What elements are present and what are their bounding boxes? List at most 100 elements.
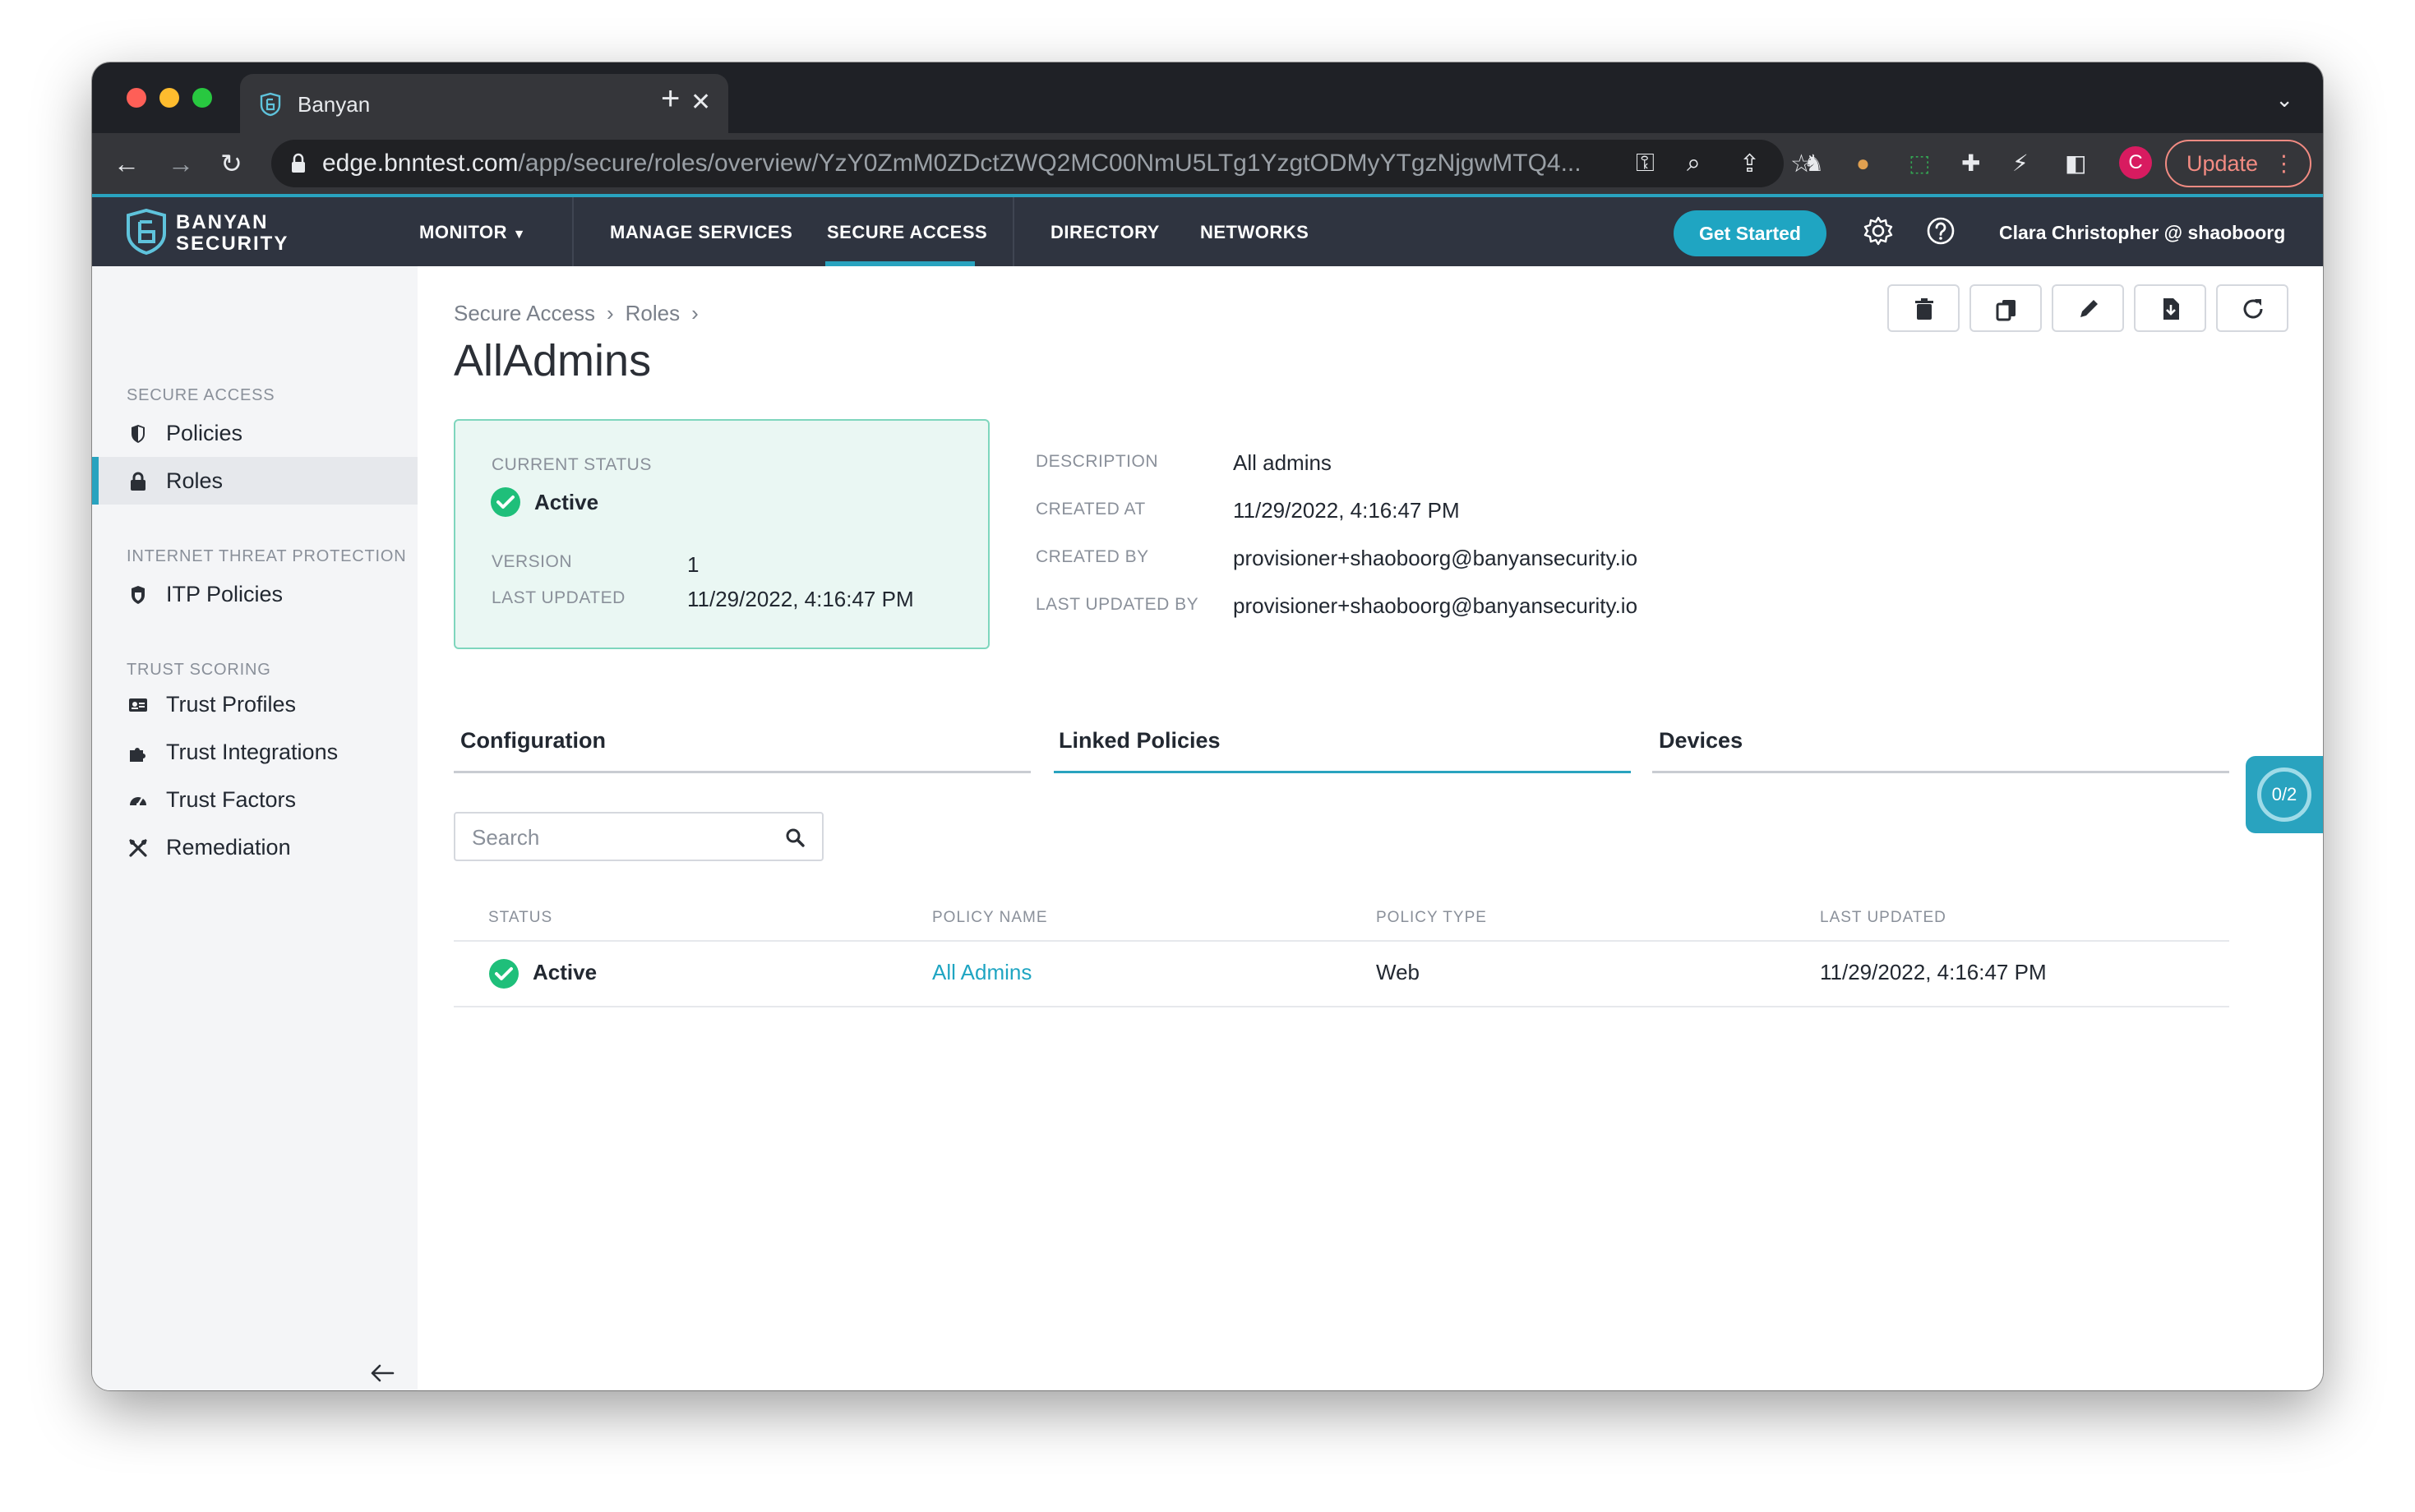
version-label: VERSION	[492, 552, 573, 571]
current-status-label: CURRENT STATUS	[492, 455, 652, 474]
tab-underline-active	[1054, 771, 1631, 773]
duplicate-button[interactable]	[1969, 284, 2042, 332]
page-title: AllAdmins	[454, 336, 652, 385]
user-account-label[interactable]: Clara Christopher @ shaoboorg	[1999, 222, 2285, 244]
created-by-value: provisioner+shaoboorg@banyansecurity.io	[1233, 546, 1638, 570]
side-panel-icon[interactable]: ◧	[2065, 148, 2086, 179]
close-tab-icon[interactable]: ✕	[690, 90, 711, 115]
minimize-window-button[interactable]	[159, 88, 179, 108]
refresh-button[interactable]	[2216, 284, 2288, 332]
last-updated-by-value: provisioner+shaoboorg@banyansecurity.io	[1233, 593, 1638, 618]
shield-check-icon	[132, 586, 145, 604]
row-status: Active	[533, 960, 598, 984]
delete-button[interactable]	[1887, 284, 1960, 332]
check-circle-icon	[491, 487, 520, 517]
breadcrumb-secure-access[interactable]: Secure Access	[454, 301, 595, 325]
search-icon[interactable]	[784, 827, 806, 848]
browser-toolbar: ← → ↻ edge.bnntest.com/app/secure/roles/…	[92, 133, 2323, 194]
more-menu-icon[interactable]: ⋮	[2273, 141, 2295, 186]
maximize-window-button[interactable]	[192, 88, 212, 108]
tools-icon	[129, 839, 147, 857]
sidebar-item-label: Trust Integrations	[166, 740, 339, 764]
cookie-extension-icon[interactable]: ●	[1856, 148, 1870, 179]
breadcrumb-roles[interactable]: Roles	[626, 301, 680, 325]
share-icon[interactable]: ⇪	[1739, 150, 1760, 178]
pencil-icon	[2080, 300, 2098, 317]
reload-icon[interactable]: ↻	[220, 148, 242, 179]
sidebar-item-trust-profiles[interactable]: Trust Profiles	[92, 680, 418, 728]
nav-manage-services[interactable]: MANAGE SERVICES	[610, 222, 792, 243]
screenshot-extension-icon[interactable]: ⬚	[1909, 148, 1930, 179]
browser-window: Banyan ✕ + ⌄ ← → ↻ edge.bnntest.com/app/…	[92, 62, 2323, 1390]
tab-underline	[1652, 771, 2229, 773]
nav-networks[interactable]: NETWORKS	[1200, 222, 1309, 243]
created-at-value: 11/29/2022, 4:16:47 PM	[1233, 498, 1460, 523]
tab-devices[interactable]: Devices	[1659, 728, 1743, 754]
tab-title: Banyan	[298, 92, 371, 117]
banyan-favicon-icon	[260, 92, 281, 117]
search-input[interactable]	[472, 823, 768, 851]
help-icon[interactable]	[1925, 215, 1956, 247]
column-header-last-updated[interactable]: LAST UPDATED	[1820, 909, 1946, 927]
sidebar-item-roles[interactable]: Roles	[92, 457, 418, 505]
banyan-logo[interactable]: BANYAN SECURITY	[125, 208, 287, 259]
get-started-button[interactable]: Get Started	[1674, 210, 1826, 256]
gauge-icon	[130, 797, 146, 806]
row-policy-name-link[interactable]: All Admins	[932, 960, 1032, 985]
url-text[interactable]: edge.bnntest.com/app/secure/roles/overvi…	[322, 150, 1582, 177]
sidebar-item-trust-factors[interactable]: Trust Factors	[92, 776, 418, 823]
puzzle-icon	[130, 748, 145, 762]
shield-icon	[132, 425, 145, 443]
nav-secure-access[interactable]: SECURE ACCESS	[827, 222, 987, 243]
sidebar-item-remediation[interactable]: Remediation	[92, 823, 418, 871]
gear-icon[interactable]	[1863, 215, 1894, 247]
performance-icon[interactable]: ⚡	[2012, 148, 2029, 179]
nav-monitor[interactable]: MONITOR ▼	[419, 222, 526, 243]
sidebar-item-label: Roles	[166, 468, 224, 493]
close-window-button[interactable]	[127, 88, 146, 108]
last-updated-by-label: LAST UPDATED BY	[1036, 595, 1199, 614]
column-header-policy-name[interactable]: POLICY NAME	[932, 909, 1048, 927]
status-card: CURRENT STATUS Active VERSION 1 LAST UPD…	[454, 419, 990, 649]
back-icon[interactable]: ←	[113, 148, 140, 179]
extension-person-icon[interactable]: ♞	[1803, 148, 1824, 179]
sidebar-item-itp-policies[interactable]: ITP Policies	[92, 570, 418, 618]
browser-tab-active[interactable]: Banyan ✕	[240, 74, 728, 133]
created-at-label: CREATED AT	[1036, 500, 1146, 519]
sidebar-item-trust-integrations[interactable]: Trust Integrations	[92, 728, 418, 776]
edit-button[interactable]	[2052, 284, 2124, 332]
file-download-icon	[2163, 298, 2179, 320]
progress-ring: 0/2	[2257, 768, 2311, 822]
profile-avatar[interactable]: C	[2119, 146, 2152, 179]
description-value: All admins	[1233, 450, 1332, 475]
onboarding-progress-badge[interactable]: 0/2	[2246, 756, 2323, 833]
app-header: BANYAN SECURITY MONITOR ▼ MANAGE SERVICE…	[92, 194, 2323, 266]
tab-underline	[454, 771, 1031, 773]
puzzle-extensions-icon[interactable]: ✚	[1961, 148, 1980, 179]
breadcrumb: Secure Access › Roles ›	[454, 301, 710, 326]
zoom-icon[interactable]: ⌕	[1687, 150, 1701, 177]
tab-configuration[interactable]: Configuration	[460, 728, 606, 754]
sidebar-item-label: Trust Factors	[166, 787, 297, 812]
trash-icon	[1915, 298, 1933, 320]
column-header-policy-type[interactable]: POLICY TYPE	[1376, 909, 1487, 927]
tab-linked-policies[interactable]: Linked Policies	[1059, 728, 1221, 754]
key-icon[interactable]: ⚿	[1636, 150, 1655, 177]
sidebar-item-label: Trust Profiles	[166, 692, 297, 717]
search-field[interactable]	[454, 812, 824, 861]
collapse-sidebar-arrow-icon[interactable]	[368, 1359, 396, 1387]
sidebar-item-policies[interactable]: Policies	[92, 409, 418, 457]
description-label: DESCRIPTION	[1036, 452, 1159, 471]
nav-divider	[572, 197, 574, 266]
new-tab-icon[interactable]: +	[661, 82, 680, 115]
last-updated-label: LAST UPDATED	[492, 588, 626, 607]
forward-icon[interactable]: →	[168, 148, 194, 179]
nav-directory[interactable]: DIRECTORY	[1051, 222, 1160, 243]
update-button[interactable]: Update ⋮	[2165, 140, 2311, 187]
sidebar-item-label: Policies	[166, 421, 243, 445]
address-bar[interactable]: edge.bnntest.com/app/secure/roles/overvi…	[271, 140, 1812, 187]
export-button[interactable]	[2134, 284, 2206, 332]
column-header-status[interactable]: STATUS	[488, 909, 552, 927]
tab-search-chevron-icon[interactable]: ⌄	[2275, 87, 2293, 113]
last-updated-value: 11/29/2022, 4:16:47 PM	[687, 587, 914, 611]
